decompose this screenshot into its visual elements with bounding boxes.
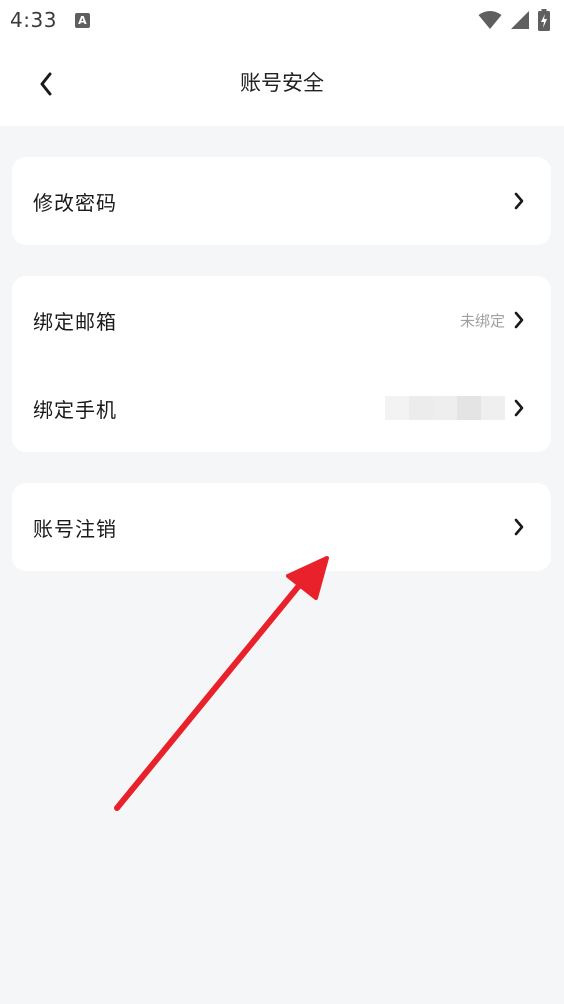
- annotation-arrow-icon: [114, 556, 329, 811]
